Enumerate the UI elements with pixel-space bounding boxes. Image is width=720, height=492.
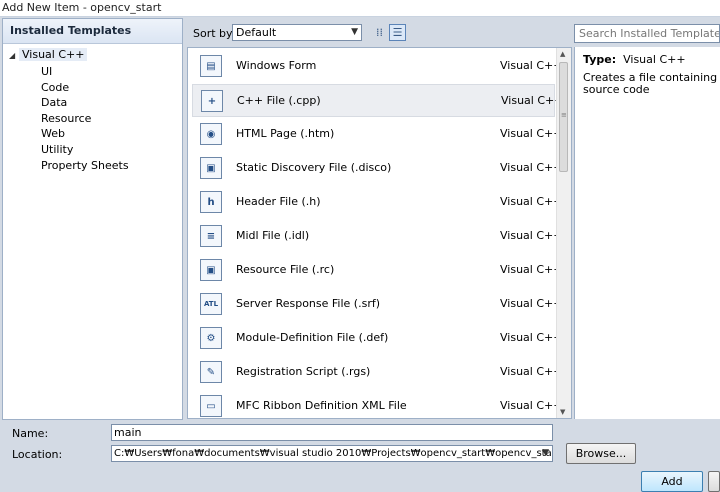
template-name: Midl File (.idl) [236,229,310,242]
tree-item-data[interactable]: Data [41,95,129,111]
location-label: Location: [12,448,63,461]
template-name: Windows Form [236,59,317,72]
template-item-html-page[interactable]: ◉ HTML Page (.htm) Visual C++ [192,118,562,151]
tree-item-property-sheets[interactable]: Property Sheets [41,158,129,174]
window-title: Add New Item - opencv_start [2,1,162,14]
template-list-scrollbar[interactable]: ▲ ≡ ▼ [556,48,571,418]
cancel-button[interactable] [708,471,720,492]
scroll-up-icon[interactable]: ▲ [560,50,565,58]
template-item-registration-script[interactable]: ✎ Registration Script (.rgs) Visual C++ [192,356,562,389]
browse-button[interactable]: Browse... [566,443,636,464]
list-icon: ☰ [392,26,403,39]
sort-dropdown[interactable]: Default ▼ [232,24,362,41]
template-item-mfc-ribbon-xml[interactable]: ▭ MFC Ribbon Definition XML File Visual … [192,390,562,418]
tree-children: UI Code Data Resource Web Utility Proper… [41,64,129,173]
template-name: Server Response File (.srf) [236,297,381,310]
template-type: Visual C++ [501,94,564,107]
scrollbar-thumb[interactable]: ≡ [559,62,568,172]
resource-file-icon: ▣ [200,259,222,281]
template-item-resource-file[interactable]: ▣ Resource File (.rc) Visual C++ [192,254,562,287]
template-name: HTML Page (.htm) [236,127,335,140]
expand-arrow-icon[interactable]: ◢ [9,48,19,64]
template-name: Module-Definition File (.def) [236,331,389,344]
tree-item-visual-cpp[interactable]: ◢ Visual C++ [9,47,88,64]
def-file-icon: ⚙ [200,327,222,349]
template-type: Visual C++ [500,365,563,378]
tree-item-utility[interactable]: Utility [41,142,129,158]
idl-file-icon: ≡ [200,225,222,247]
name-field[interactable] [111,424,553,441]
disco-file-icon: ▣ [200,157,222,179]
description-text: Creates a file containing C++ source cod… [583,71,720,96]
template-item-static-discovery[interactable]: ▣ Static Discovery File (.disco) Visual … [192,152,562,185]
type-value: Visual C++ [623,53,686,66]
html-page-icon: ◉ [200,123,222,145]
chevron-down-icon: ▼ [351,27,358,37]
tree-item-code[interactable]: Code [41,80,129,96]
template-list: ▤ Windows Form Visual C++ + C++ File (.c… [187,47,572,419]
template-name: Static Discovery File (.disco) [236,161,392,174]
template-type: Visual C++ [500,399,563,412]
template-type: Visual C++ [500,161,563,174]
template-type: Visual C++ [500,331,563,344]
installed-templates-panel: Installed Templates ◢ Visual C++ UI Code … [2,18,183,420]
template-type: Visual C++ [500,297,563,310]
template-name: C++ File (.cpp) [237,94,321,107]
description-panel: Type: Visual C++ Creates a file containi… [574,47,720,419]
window-titlebar: Add New Item - opencv_start [0,0,720,17]
description-type: Type: Visual C++ [583,53,686,66]
type-label: Type: [583,53,617,66]
template-name: Registration Script (.rgs) [236,365,371,378]
tree-item-label: Visual C++ [19,48,88,61]
template-item-midl-file[interactable]: ≡ Midl File (.idl) Visual C++ [192,220,562,253]
ribbon-xml-icon: ▭ [200,395,222,417]
template-item-windows-form[interactable]: ▤ Windows Form Visual C++ [192,50,562,83]
template-type: Visual C++ [500,263,563,276]
small-icons-view-button[interactable]: ⁞⁞ [371,24,388,41]
grip-icon: ≡ [561,111,567,119]
search-installed-templates-input[interactable]: Search Installed Templates [574,24,720,43]
template-name: Resource File (.rc) [236,263,335,276]
form-icon: ▤ [200,55,222,77]
location-dropdown[interactable]: C:₩Users₩fona₩documents₩visual studio 20… [111,445,553,462]
sort-bar: Sort by: Default ▼ ⁞⁞ ☰ [190,23,570,45]
rgs-file-icon: ✎ [200,361,222,383]
template-item-module-definition[interactable]: ⚙ Module-Definition File (.def) Visual C… [192,322,562,355]
grid-icon: ⁞⁞ [376,26,383,39]
template-type: Visual C++ [500,127,563,140]
chevron-down-icon: ▼ [542,448,549,458]
template-type: Visual C++ [500,195,563,208]
template-item-header-file[interactable]: h Header File (.h) Visual C++ [192,186,562,219]
tree-item-resource[interactable]: Resource [41,111,129,127]
template-type: Visual C++ [500,229,563,242]
tree-item-ui[interactable]: UI [41,64,129,80]
sort-value: Default [236,26,277,39]
sort-label: Sort by: [193,27,236,40]
name-label: Name: [12,427,49,440]
details-view-button[interactable]: ☰ [389,24,406,41]
add-button[interactable]: Add [641,471,703,492]
scroll-down-icon[interactable]: ▼ [560,408,565,416]
cpp-file-icon: + [201,90,223,112]
header-file-icon: h [200,191,222,213]
tree-item-web[interactable]: Web [41,126,129,142]
template-name: Header File (.h) [236,195,321,208]
template-name: MFC Ribbon Definition XML File [236,399,407,412]
installed-templates-header: Installed Templates [3,19,182,44]
template-item-server-response[interactable]: ATL Server Response File (.srf) Visual C… [192,288,562,321]
location-value: C:₩Users₩fona₩documents₩visual studio 20… [114,448,553,459]
srf-file-icon: ATL [200,293,222,315]
template-item-cpp-file[interactable]: + C++ File (.cpp) Visual C++ [192,84,563,117]
template-type: Visual C++ [500,59,563,72]
